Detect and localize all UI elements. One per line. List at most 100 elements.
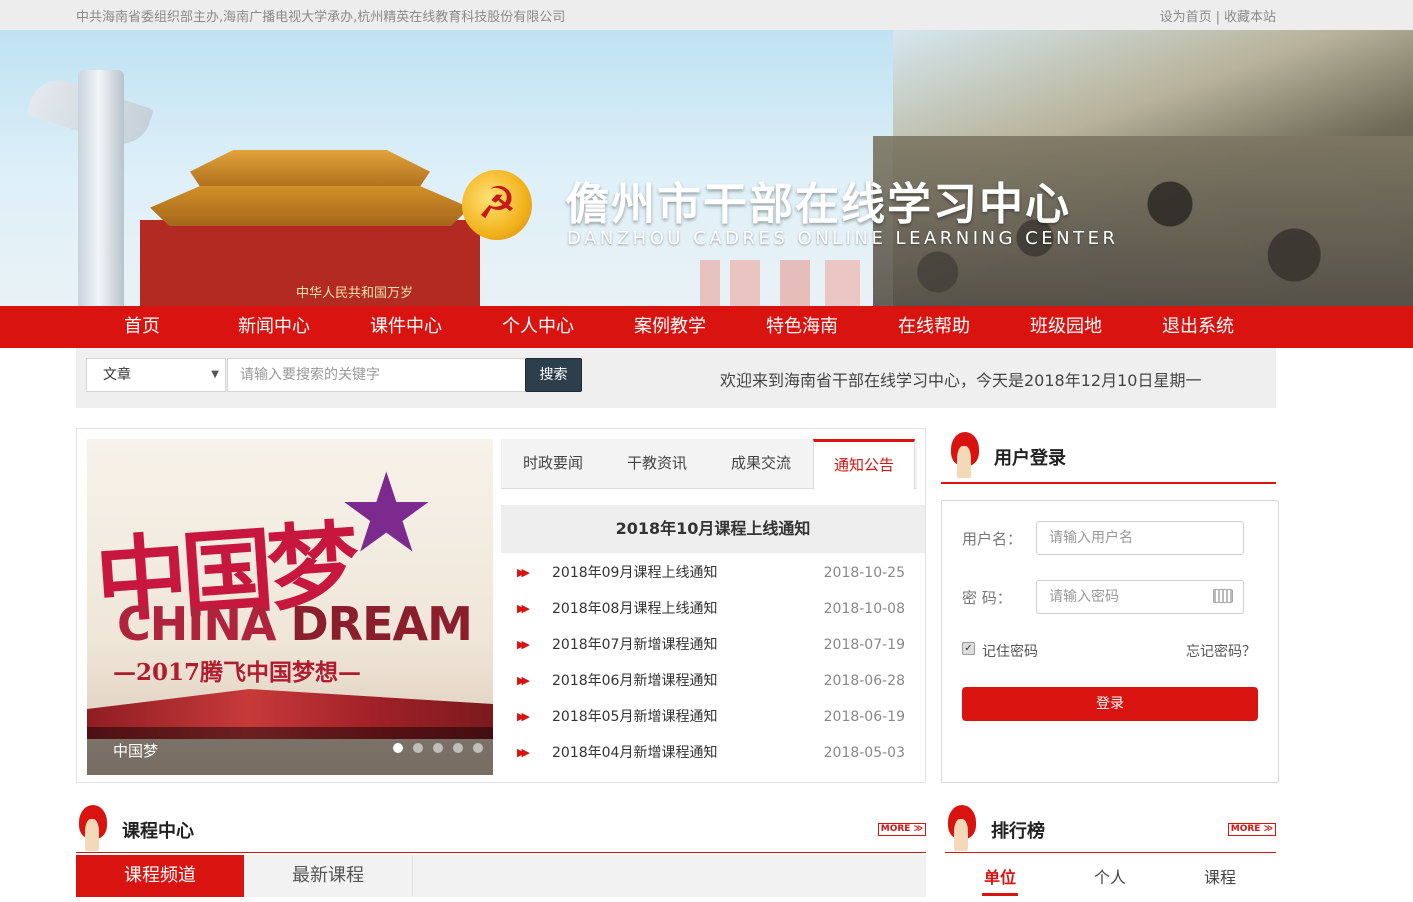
notice-title[interactable]: 2018年07月新增课程通知 — [552, 627, 717, 663]
bookmark-link[interactable]: 收藏本站 — [1224, 10, 1276, 25]
tab-politics[interactable]: 时政要闻 — [501, 439, 605, 489]
tab-results[interactable]: 成果交流 — [709, 439, 813, 489]
gate-sign-text: 中华人民共和国万岁 — [296, 286, 414, 301]
slide-caption: 中国梦 — [113, 742, 159, 760]
double-arrow-icon: ▶▶ — [517, 638, 530, 651]
torch-figure-icon — [948, 432, 982, 478]
keyboard-icon[interactable] — [1213, 589, 1233, 603]
notice-date: 2018-06-28 — [823, 673, 905, 689]
slider-dots — [383, 738, 483, 757]
ranking-tabs: 单位 个人 课程 — [945, 860, 1276, 902]
image-slider[interactable]: ★ 中国梦 CHINA DREAM —2017腾飞中国梦想— 中国梦 — [87, 439, 493, 775]
forgot-password-link[interactable]: 忘记密码？ — [1186, 641, 1256, 661]
double-arrow-icon: ▶▶ — [517, 710, 530, 723]
slider-dot[interactable] — [473, 743, 483, 753]
list-item[interactable]: ▶▶ 2018年06月新增课程通知 2018-06-28 — [517, 663, 907, 699]
list-item[interactable]: ▶▶ 2018年04月新增课程通知 2018-05-03 — [517, 735, 907, 771]
slider-dot[interactable] — [433, 743, 443, 753]
nav-item-courseware[interactable]: 课件中心 — [351, 306, 461, 348]
set-homepage-link[interactable]: 设为首页 — [1160, 10, 1212, 25]
news-tabs: 时政要闻 干教资讯 成果交流 通知公告 — [501, 439, 917, 490]
slide-slogan: —2017腾飞中国梦想— — [113, 659, 362, 686]
nav-item-help[interactable]: 在线帮助 — [879, 306, 989, 348]
ranking-divider — [945, 852, 1276, 853]
username-input[interactable]: 请输入用户名 — [1036, 521, 1244, 555]
search-input[interactable]: 请输入要搜索的关键字 — [227, 358, 527, 392]
notice-title[interactable]: 2018年05月新增课程通知 — [552, 699, 717, 735]
slide-headline-en: CHINA DREAM — [117, 597, 473, 651]
nav-item-hainan[interactable]: 特色海南 — [747, 306, 857, 348]
course-center-heading: 课程中心 — [122, 821, 194, 842]
tab-rank-course[interactable]: 课程 — [1180, 864, 1260, 888]
notice-title[interactable]: 2018年09月课程上线通知 — [552, 555, 717, 591]
notice-title[interactable]: 2018年08月课程上线通知 — [552, 591, 717, 627]
course-center-header: 课程中心 MORE ≫ — [76, 805, 926, 851]
notice-date: 2018-10-25 — [823, 565, 905, 581]
list-item[interactable]: ▶▶ 2018年09月课程上线通知 2018-10-25 — [517, 555, 907, 591]
password-input[interactable]: 请输入密码 — [1036, 580, 1244, 614]
remember-label: 记住密码 — [982, 644, 1038, 660]
list-item[interactable]: ▶▶ 2018年07月新增课程通知 2018-07-19 — [517, 627, 907, 663]
gate-roof-lower — [150, 180, 470, 226]
username-label: 用户名： — [962, 530, 1023, 548]
tab-cadre-news[interactable]: 干教资讯 — [605, 439, 709, 489]
course-divider — [76, 852, 926, 853]
tab-course-channel[interactable]: 课程频道 — [76, 855, 244, 897]
city-towers-image — [700, 260, 860, 306]
nav-item-home[interactable]: 首页 — [87, 306, 197, 348]
slider-dot[interactable] — [393, 743, 403, 753]
notice-headline[interactable]: 2018年10月课程上线通知 — [501, 505, 925, 553]
login-divider — [941, 482, 1276, 484]
double-arrow-icon: ▶▶ — [517, 602, 530, 615]
party-emblem-icon: ☭ — [462, 170, 532, 240]
gate-roof-upper — [190, 150, 430, 186]
nav-item-personal[interactable]: 个人中心 — [483, 306, 593, 348]
search-bar: 文章 ▼ 请输入要搜索的关键字 搜索 欢迎来到海南省干部在线学习中心，今天是20… — [76, 348, 1276, 408]
torch-figure-icon — [945, 805, 979, 851]
search-category-value: 文章 — [103, 367, 131, 383]
notice-title[interactable]: 2018年06月新增课程通知 — [552, 663, 717, 699]
ranking-more-link[interactable]: MORE ≫ — [1227, 823, 1276, 836]
remember-checkbox[interactable]: ✓ — [962, 642, 975, 655]
slider-dot[interactable] — [453, 743, 463, 753]
news-panel: ★ 中国梦 CHINA DREAM —2017腾飞中国梦想— 中国梦 时政要闻 … — [76, 428, 926, 783]
torch-figure-icon — [76, 805, 110, 851]
notice-date: 2018-06-19 — [823, 709, 905, 725]
password-label: 密 码： — [962, 589, 1012, 607]
login-button[interactable]: 登录 — [962, 687, 1258, 721]
site-banner: 中华人民共和国万岁 ☭ 儋州市干部在线学习中心 DANZHOU CADRES O… — [0, 30, 1413, 306]
ranking-heading: 排行榜 — [991, 821, 1045, 842]
tab-rank-person[interactable]: 个人 — [1070, 864, 1150, 888]
organizer-text: 中共海南省委组织部主办,海南广播电视大学承办,杭州精英在线教育科技股份有限公司 — [76, 10, 566, 25]
notice-list: ▶▶ 2018年09月课程上线通知 2018-10-25 ▶▶ 2018年08月课程上… — [517, 555, 907, 771]
top-utility-bar: 中共海南省委组织部主办,海南广播电视大学承办,杭州精英在线教育科技股份有限公司 … — [0, 0, 1413, 30]
notice-title[interactable]: 2018年04月新增课程通知 — [552, 735, 717, 771]
welcome-message: 欢迎来到海南省干部在线学习中心，今天是2018年12月10日星期一 — [720, 371, 1202, 390]
notice-date: 2018-07-19 — [823, 637, 905, 653]
ranking-header: 排行榜 MORE ≫ — [945, 805, 1276, 851]
login-header: 用户登录 — [948, 432, 1276, 478]
list-item[interactable]: ▶▶ 2018年08月课程上线通知 2018-10-08 — [517, 591, 907, 627]
main-nav: 首页 新闻中心 课件中心 个人中心 案例教学 特色海南 在线帮助 班级园地 退出… — [0, 306, 1413, 348]
course-more-link[interactable]: MORE ≫ — [877, 823, 926, 836]
nav-item-cases[interactable]: 案例教学 — [615, 306, 725, 348]
search-category-select[interactable]: 文章 ▼ — [86, 358, 226, 392]
tab-rank-unit[interactable]: 单位 — [960, 864, 1040, 888]
slide-headline-en-1: CHINA — [117, 597, 276, 651]
site-subtitle: DANZHOU CADRES ONLINE LEARNING CENTER — [567, 228, 1119, 249]
nav-item-class[interactable]: 班级园地 — [1011, 306, 1121, 348]
tab-latest-courses[interactable]: 最新课程 — [244, 855, 412, 897]
utility-links: 设为首页 | 收藏本站 — [1160, 6, 1276, 25]
nav-item-logout[interactable]: 退出系统 — [1143, 306, 1253, 348]
list-item[interactable]: ▶▶ 2018年05月新增课程通知 2018-06-19 — [517, 699, 907, 735]
double-arrow-icon: ▶▶ — [517, 746, 530, 759]
course-tabs: 课程频道 最新课程 — [76, 855, 926, 897]
tab-divider — [412, 855, 413, 897]
tab-notices[interactable]: 通知公告 — [813, 439, 915, 490]
huabiao-pillar-image — [78, 70, 124, 306]
search-button[interactable]: 搜索 — [525, 358, 582, 392]
notice-date: 2018-10-08 — [823, 601, 905, 617]
login-form: 用户名： 请输入用户名 密 码： 请输入密码 ✓ 记住密码 忘记密码？ 登录 — [941, 500, 1279, 783]
nav-item-news[interactable]: 新闻中心 — [219, 306, 329, 348]
slider-dot[interactable] — [413, 743, 423, 753]
